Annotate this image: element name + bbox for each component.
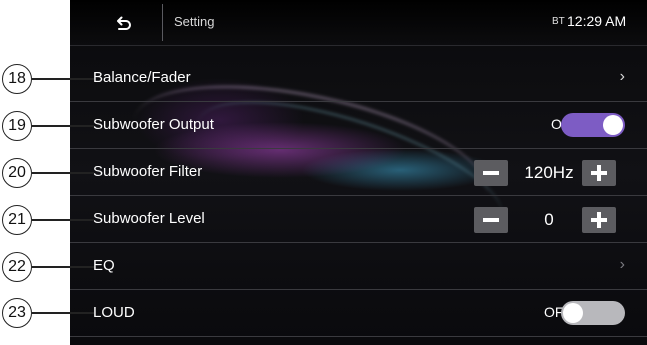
callout-18: 18 xyxy=(2,64,32,94)
loud-toggle[interactable] xyxy=(561,301,625,325)
subwoofer-level-label: Subwoofer Level xyxy=(93,210,205,227)
callout-20: 20 xyxy=(2,158,32,188)
bluetooth-indicator: BT xyxy=(552,16,565,27)
subwoofer-filter-label: Subwoofer Filter xyxy=(93,163,203,180)
balance-fader-row[interactable]: Balance/Fader › xyxy=(70,55,647,102)
back-arrow-icon xyxy=(117,16,131,30)
callout-leader xyxy=(32,78,94,80)
subwoofer-level-plus-button[interactable] xyxy=(582,207,616,233)
subwoofer-level-row: Subwoofer Level 0 xyxy=(70,196,647,243)
callout-leader xyxy=(32,312,94,314)
callout-22: 22 xyxy=(2,252,32,282)
eq-label: EQ xyxy=(93,257,115,274)
callout-leader xyxy=(32,125,94,127)
subwoofer-filter-plus-button[interactable] xyxy=(582,160,616,186)
loud-row: LOUD OFF xyxy=(70,290,647,337)
settings-screen: Setting BT 12:29 AM Balance/Fader › Subw… xyxy=(70,0,647,345)
callout-19: 19 xyxy=(2,111,32,141)
callout-21: 21 xyxy=(2,205,32,235)
subwoofer-output-label: Subwoofer Output xyxy=(93,116,214,133)
eq-row[interactable]: EQ › xyxy=(70,243,647,290)
subwoofer-output-toggle[interactable] xyxy=(561,113,625,137)
callout-leader xyxy=(32,219,94,221)
callout-leader xyxy=(32,172,94,174)
subwoofer-level-minus-button[interactable] xyxy=(474,207,508,233)
back-button[interactable] xyxy=(95,8,151,38)
chevron-right-icon: › xyxy=(619,68,625,85)
callout-23: 23 xyxy=(2,298,32,328)
loud-label: LOUD xyxy=(93,304,135,321)
header-divider xyxy=(162,4,163,41)
clock: 12:29 AM xyxy=(567,13,627,29)
page-title: Setting xyxy=(174,14,215,29)
subwoofer-output-row: Subwoofer Output ON xyxy=(70,102,647,149)
subwoofer-level-value: 0 xyxy=(544,210,554,229)
subwoofer-filter-row: Subwoofer Filter 120Hz xyxy=(70,149,647,196)
toggle-knob xyxy=(563,303,583,323)
subwoofer-filter-minus-button[interactable] xyxy=(474,160,508,186)
chevron-right-icon: › xyxy=(619,256,625,273)
subwoofer-filter-value: 120Hz xyxy=(524,163,574,182)
header-bar: Setting BT 12:29 AM xyxy=(70,0,647,46)
minus-icon xyxy=(483,171,499,175)
balance-fader-label: Balance/Fader xyxy=(93,69,191,86)
callout-leader xyxy=(32,266,94,268)
toggle-knob xyxy=(603,115,623,135)
minus-icon xyxy=(483,218,499,222)
